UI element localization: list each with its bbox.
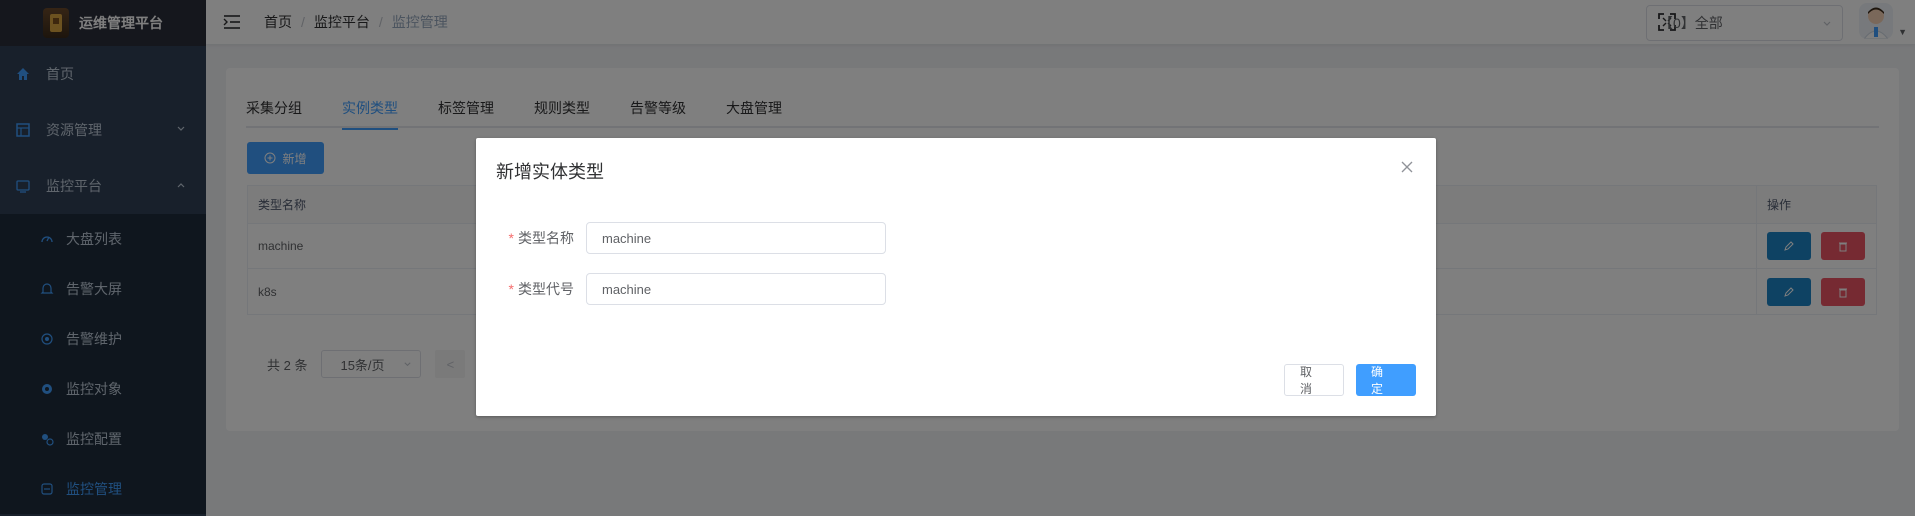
type-code-input[interactable]: machine [586,273,886,305]
type-code-label: * 类型代号 [476,279,586,299]
confirm-button[interactable]: 确 定 [1356,364,1416,396]
type-name-input[interactable]: machine [586,222,886,254]
form-row-type-name: * 类型名称 machine [476,222,886,254]
form-row-type-code: * 类型代号 machine [476,273,886,305]
type-code-label-text: 类型代号 [518,281,574,297]
close-icon[interactable] [1400,160,1414,174]
required-mark: * [508,281,514,297]
type-name-label-text: 类型名称 [518,230,574,246]
type-name-label: * 类型名称 [476,228,586,248]
dialog-footer: 取 消 确 定 [1284,364,1416,396]
required-mark: * [508,230,514,246]
dialog-title: 新增实体类型 [496,162,604,182]
add-entity-type-dialog: 新增实体类型 * 类型名称 machine * 类型代号 machine 取 消 确… [476,138,1436,416]
cancel-button[interactable]: 取 消 [1284,364,1344,396]
